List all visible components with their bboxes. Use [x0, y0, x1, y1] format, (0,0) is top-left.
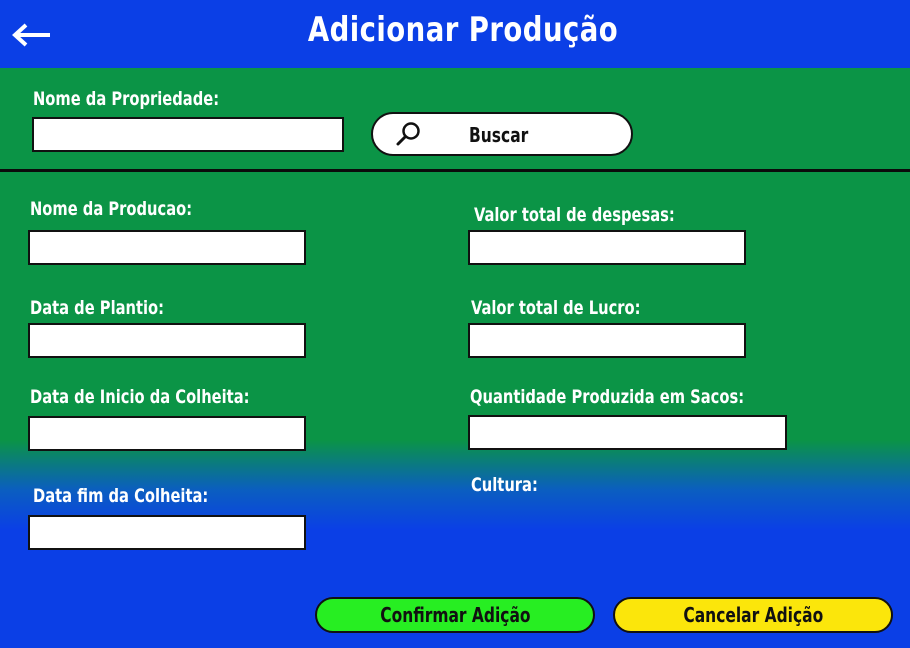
cancel-add-button[interactable]: Cancelar Adição [613, 597, 893, 633]
total-expenses-input[interactable] [468, 230, 746, 265]
harvest-end-label: Data fim da Colheita: [33, 485, 209, 507]
production-name-input[interactable] [28, 230, 306, 265]
quantity-bags-input[interactable] [468, 415, 787, 450]
total-profit-input[interactable] [468, 323, 746, 358]
total-expenses-label: Valor total de despesas: [474, 204, 675, 226]
page-title: Adicionar Produção [307, 10, 619, 50]
confirm-add-label: Confirmar Adição [379, 603, 531, 627]
section-divider [0, 169, 910, 172]
property-name-label: Nome da Propriedade: [33, 88, 220, 110]
header-bar: Adicionar Produção [0, 0, 910, 68]
search-button-label: Buscar [469, 123, 529, 147]
search-button[interactable]: Buscar [371, 112, 633, 156]
property-name-input[interactable] [32, 117, 344, 152]
production-name-label: Nome da Producao: [30, 198, 193, 220]
magnifier-icon [396, 122, 420, 146]
harvest-start-input[interactable] [28, 416, 306, 451]
quantity-bags-label: Quantidade Produzida em Sacos: [470, 386, 745, 408]
total-profit-label: Valor total de Lucro: [471, 297, 641, 319]
planting-date-label: Data de Plantio: [30, 297, 165, 319]
planting-date-input[interactable] [28, 323, 306, 358]
culture-label: Cultura: [471, 474, 538, 496]
harvest-start-label: Data de Inicio da Colheita: [30, 386, 250, 408]
harvest-end-input[interactable] [28, 515, 306, 550]
confirm-add-button[interactable]: Confirmar Adição [315, 597, 595, 633]
cancel-add-label: Cancelar Adição [683, 603, 823, 627]
